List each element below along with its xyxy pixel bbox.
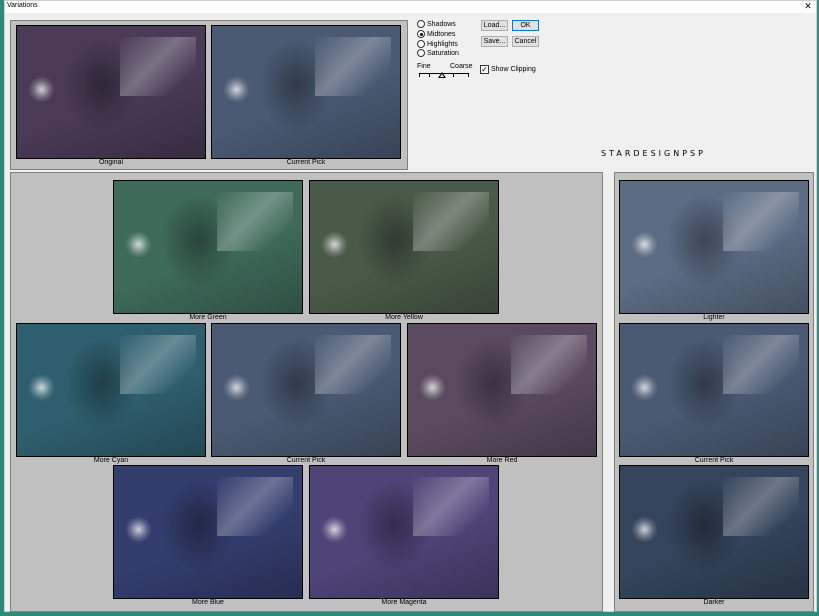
save-button[interactable]: Save... [481, 36, 508, 47]
thumbnail-streak-overlay [511, 334, 587, 394]
ok-button[interactable]: OK [512, 20, 539, 31]
slider-fine-label: Fine [417, 63, 431, 70]
original-thumbnail [16, 25, 206, 159]
slider-tick [453, 73, 454, 77]
radio-midtones-label: Midtones [427, 30, 456, 38]
thumbnail-streak-overlay [315, 334, 391, 394]
slider-coarse-label: Coarse [450, 63, 473, 70]
thumbnail-glow-overlay [223, 374, 250, 401]
thumbnail-streak-overlay [413, 476, 489, 536]
more-magenta-thumbnail[interactable] [309, 465, 499, 599]
top-current-pick-caption: Current Pick [286, 159, 326, 166]
thumbnail-glow-overlay [321, 231, 348, 258]
thumbnail-glow-overlay [631, 374, 658, 401]
thumbnail-streak-overlay [723, 191, 799, 251]
watermark-text: STARDESIGNPSP [601, 149, 706, 158]
radio-shadows-label: Shadows [427, 20, 456, 28]
radio-saturation-indicator[interactable] [417, 49, 425, 57]
thumbnail-streak-overlay [217, 476, 293, 536]
more-green-thumbnail[interactable] [113, 180, 303, 314]
radio-highlights-indicator[interactable] [417, 40, 425, 48]
darker-caption: Darker [703, 599, 725, 606]
thumbnail-streak-overlay [120, 334, 196, 394]
cancel-button[interactable]: Cancel [512, 36, 539, 47]
thumbnail-streak-overlay [217, 191, 293, 251]
lighter-thumbnail[interactable] [619, 180, 809, 314]
radio-shadows-indicator[interactable] [417, 20, 425, 28]
thumbnail-glow-overlay [28, 374, 55, 401]
more-red-caption: More Red [486, 457, 518, 464]
window-title: Variations [7, 2, 38, 9]
thumbnail-streak-overlay [120, 36, 196, 96]
radio-highlights-label: Highlights [427, 40, 458, 48]
center-current-pick-caption: Current Pick [286, 457, 326, 464]
slider-tick [419, 73, 420, 77]
thumbnail-glow-overlay [28, 76, 55, 103]
slider-thumb-inner [439, 74, 444, 77]
thumbnail-streak-overlay [413, 191, 489, 251]
center-current-pick-thumbnail[interactable] [211, 323, 401, 457]
darker-thumbnail[interactable] [619, 465, 809, 599]
thumbnail-glow-overlay [321, 516, 348, 543]
radio-midtones[interactable]: Midtones [417, 29, 455, 39]
original-caption: Original [98, 159, 124, 166]
more-blue-caption: More Blue [192, 599, 224, 606]
show-clipping-checkbox[interactable]: ✓ [480, 65, 489, 74]
right-current-pick-caption: Current Pick [694, 457, 734, 464]
slider-tick [468, 73, 469, 77]
top-current-pick-thumbnail[interactable] [211, 25, 401, 159]
radio-saturation-label: Saturation [427, 49, 459, 57]
right-current-pick-thumbnail[interactable] [619, 323, 809, 457]
lighter-caption: Lighter [703, 314, 725, 321]
thumbnail-glow-overlay [125, 516, 152, 543]
more-cyan-caption: More Cyan [93, 457, 129, 464]
thumbnail-glow-overlay [223, 76, 250, 103]
more-green-caption: More Green [189, 314, 227, 321]
thumbnail-streak-overlay [723, 334, 799, 394]
thumbnail-glow-overlay [631, 516, 658, 543]
more-red-thumbnail[interactable] [407, 323, 597, 457]
more-yellow-caption: More Yellow [385, 314, 423, 321]
radio-saturation[interactable]: Saturation [417, 48, 459, 58]
slider-tick [429, 73, 430, 77]
more-blue-thumbnail[interactable] [113, 465, 303, 599]
more-magenta-caption: More Magenta [381, 599, 427, 606]
more-cyan-thumbnail[interactable] [16, 323, 206, 457]
more-yellow-thumbnail[interactable] [309, 180, 499, 314]
title-bar: Variations ✕ [5, 1, 816, 13]
thumbnail-glow-overlay [125, 231, 152, 258]
show-clipping-label: Show Clipping [491, 66, 536, 73]
radio-shadows[interactable]: Shadows [417, 19, 456, 29]
close-icon[interactable]: ✕ [803, 1, 813, 11]
load-button[interactable]: Load... [481, 20, 508, 31]
thumbnail-streak-overlay [723, 476, 799, 536]
thumbnail-streak-overlay [315, 36, 391, 96]
radio-midtones-indicator[interactable] [417, 30, 425, 38]
thumbnail-glow-overlay [631, 231, 658, 258]
thumbnail-glow-overlay [419, 374, 446, 401]
